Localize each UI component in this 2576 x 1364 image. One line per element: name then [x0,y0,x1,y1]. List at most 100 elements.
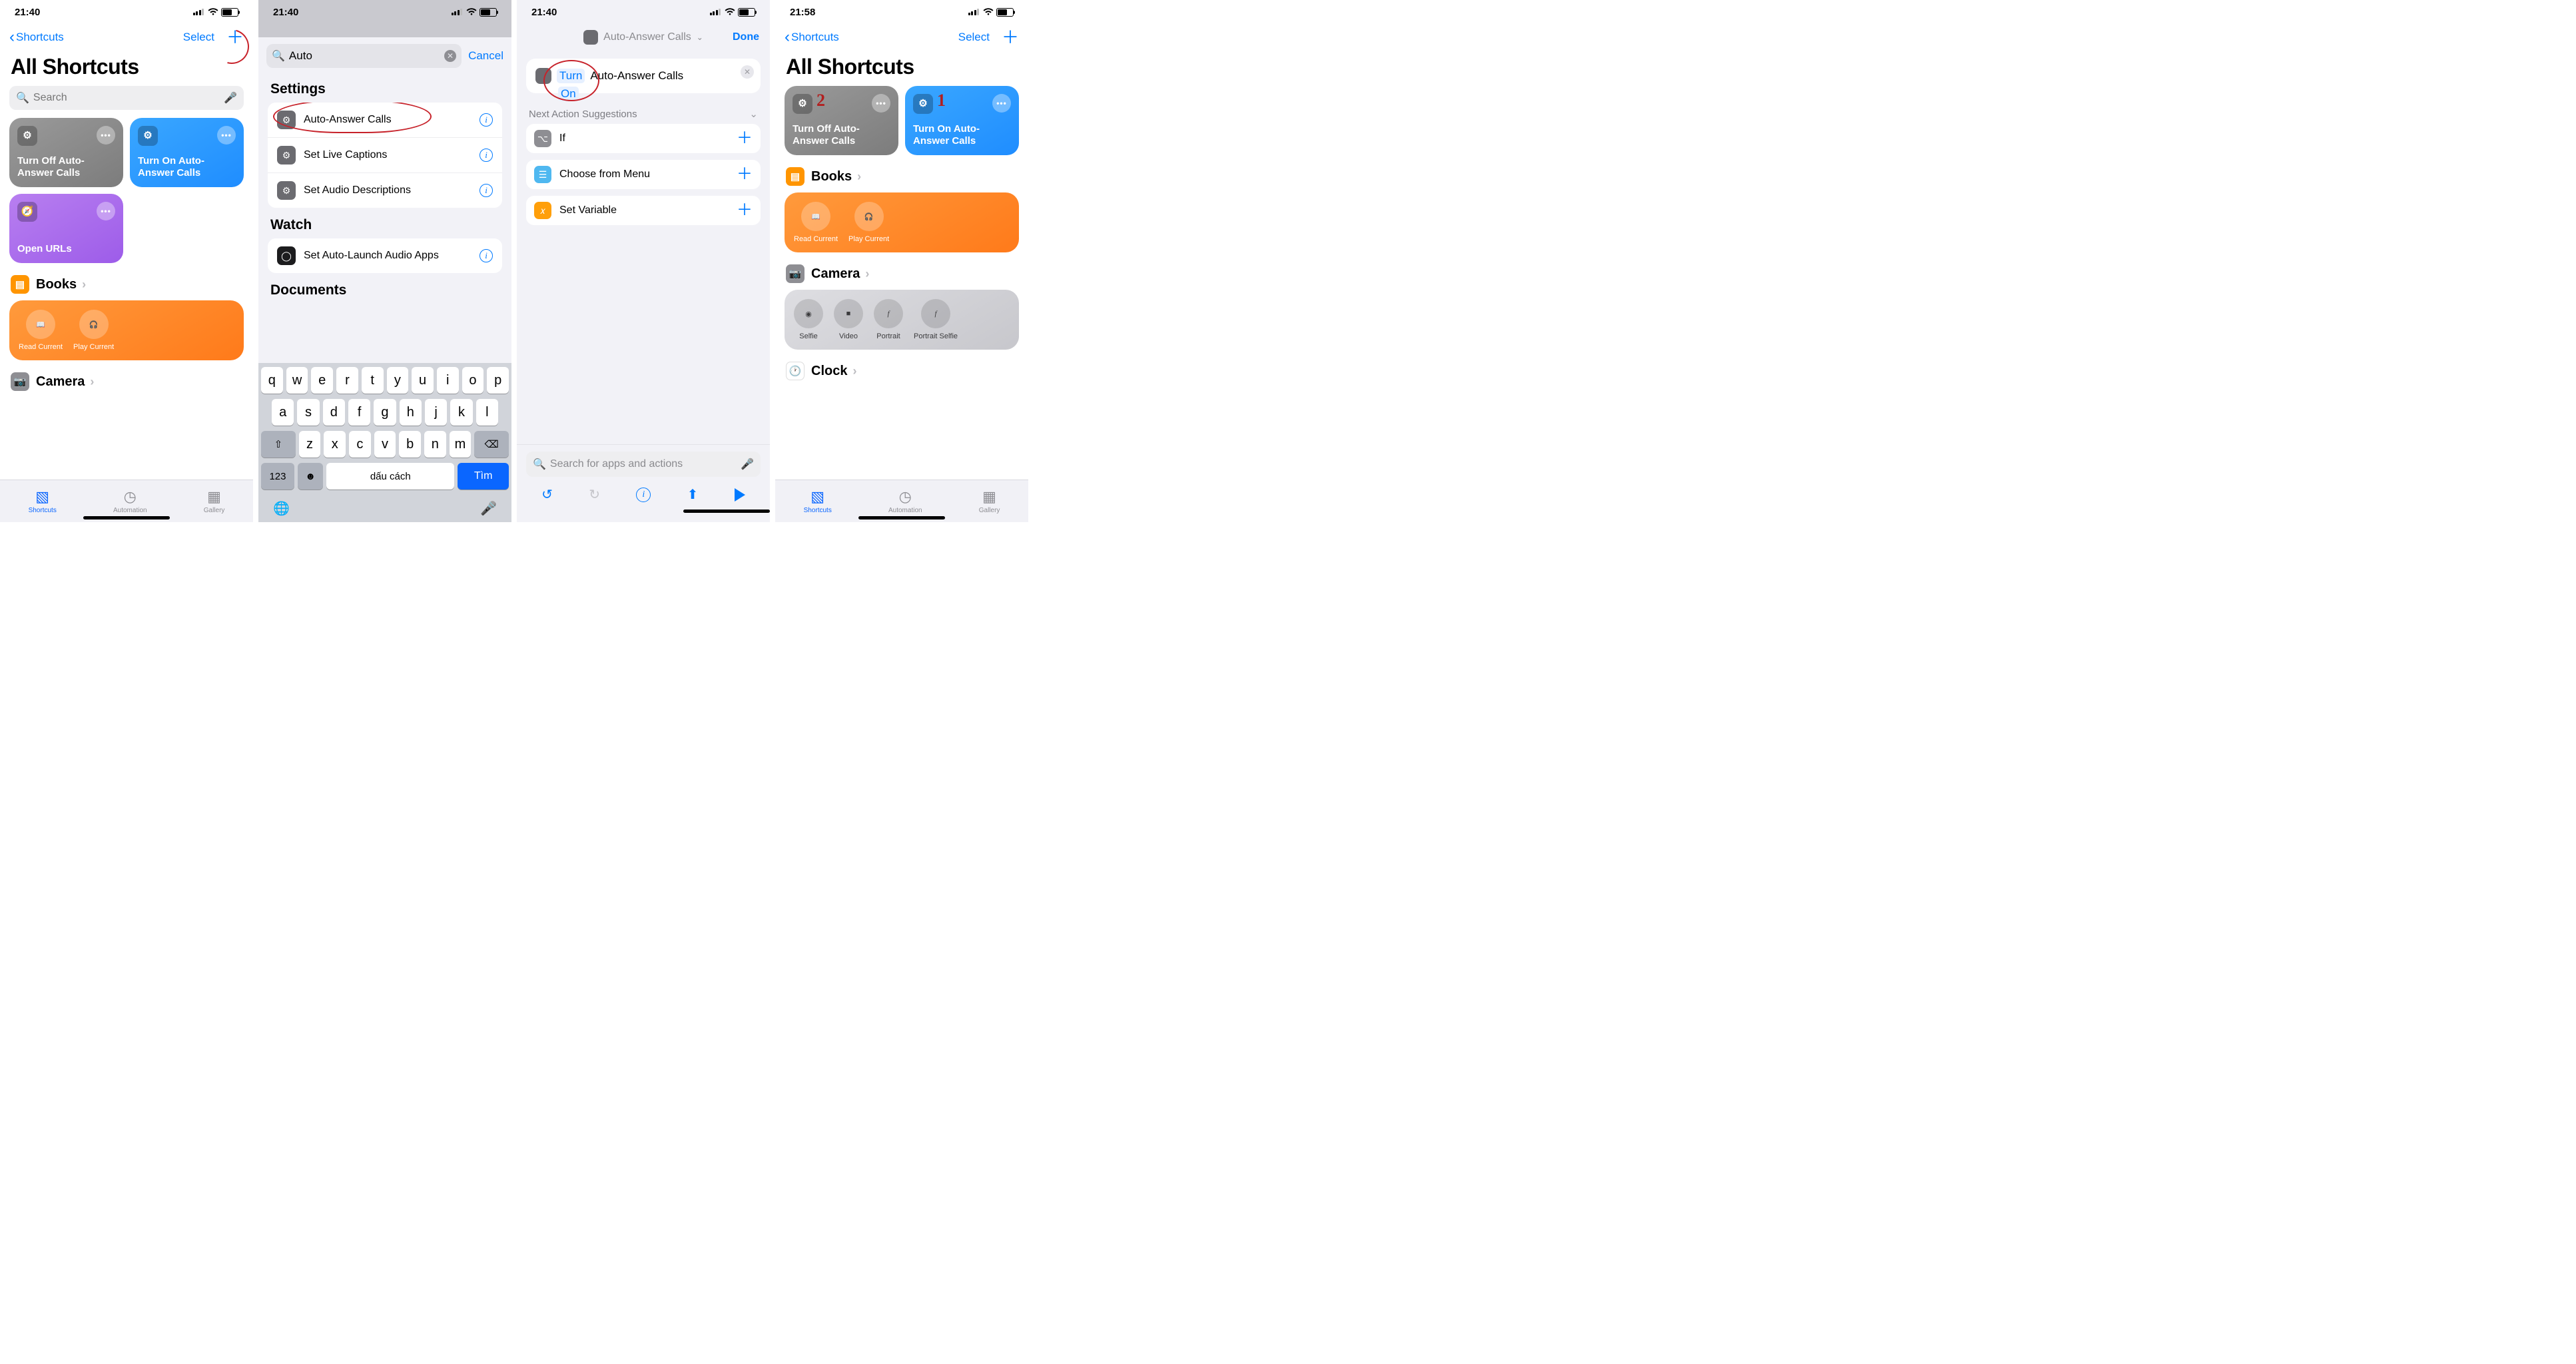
dictate-key[interactable]: 🎤 [480,500,497,517]
backspace-key[interactable]: ⌫ [474,431,509,458]
key-k[interactable]: k [450,399,472,426]
tab-shortcuts[interactable]: ▧Shortcuts [29,488,57,514]
tile-menu-icon[interactable]: ••• [97,126,115,145]
globe-key[interactable]: 🌐 [273,500,290,517]
key-d[interactable]: d [323,399,345,426]
search-input[interactable] [33,92,220,104]
chevron-down-icon[interactable]: ⌄ [697,33,703,42]
section-clock[interactable]: 🕐 Clock › [775,350,1028,387]
action-auto-answer-calls[interactable]: ⚙︎ Auto-Answer Calls i [268,103,502,138]
tile-menu-icon[interactable]: ••• [992,94,1011,113]
key-b[interactable]: b [399,431,421,458]
key-q[interactable]: q [261,367,283,394]
key-z[interactable]: z [299,431,321,458]
action-set-audio-descriptions[interactable]: ⚙︎ Set Audio Descriptions i [268,173,502,208]
return-key[interactable]: Tìm [458,463,509,490]
camera-video[interactable]: ■Video [834,299,863,340]
suggestion-choose-menu[interactable]: ☰ Choose from Menu ＋ [526,160,761,189]
cancel-button[interactable]: Cancel [468,49,503,63]
key-y[interactable]: y [387,367,409,394]
key-t[interactable]: t [362,367,384,394]
editor-title[interactable]: Auto-Answer Calls [603,31,691,43]
chevron-down-icon[interactable]: ⌄ [749,108,758,120]
key-o[interactable]: o [462,367,484,394]
home-indicator[interactable] [83,516,170,519]
done-button[interactable]: Done [733,31,759,43]
key-v[interactable]: v [374,431,396,458]
back-button[interactable]: ‹ Shortcuts [9,29,64,45]
token-turn[interactable]: Turn [557,69,585,83]
suggestion-if[interactable]: ⌥ If ＋ [526,124,761,153]
books-card[interactable]: 📖Read Current 🎧Play Current [9,300,244,360]
action-search-input[interactable] [289,49,440,63]
tab-automation[interactable]: ◷Automation [113,488,147,514]
numbers-key[interactable]: 123 [261,463,294,490]
key-l[interactable]: l [476,399,498,426]
key-c[interactable]: c [349,431,371,458]
books-play-current[interactable]: 🎧Play Current [73,310,114,351]
key-e[interactable]: e [311,367,333,394]
info-button[interactable]: i [636,488,651,502]
shortcut-tile-turn-off[interactable]: ⚙︎••• Turn Off Auto-Answer Calls [9,118,123,187]
section-books[interactable]: ▤ Books › [775,155,1028,192]
action-search-field[interactable]: 🔍 ✕ [266,44,462,68]
editor-search-field[interactable]: 🔍 Search for apps and actions 🎤 [526,452,761,477]
key-a[interactable]: a [272,399,294,426]
action-block[interactable]: Turn Auto-Answer Calls On ✕ [526,59,761,93]
dictate-icon[interactable]: 🎤 [741,458,754,471]
books-read-current[interactable]: 📖Read Current [794,202,838,243]
section-books[interactable]: ▤ Books › [0,263,253,300]
token-on[interactable]: On [558,87,579,101]
shortcut-tile-turn-off[interactable]: ⚙︎••• 2 Turn Off Auto-Answer Calls [785,86,898,155]
tile-menu-icon[interactable]: ••• [872,94,890,113]
key-w[interactable]: w [286,367,308,394]
emoji-key[interactable]: ☻ [298,463,323,490]
keyboard[interactable]: qwertyuiop asdfghjkl ⇧ zxcvbnm ⌫ 123 ☻ d… [258,363,511,522]
key-n[interactable]: n [424,431,446,458]
key-j[interactable]: j [425,399,447,426]
section-camera[interactable]: 📷 Camera › [0,360,253,398]
select-button[interactable]: Select [958,31,990,44]
space-key[interactable]: dấu cách [326,463,454,490]
key-i[interactable]: i [437,367,459,394]
home-indicator[interactable] [683,510,770,513]
info-icon[interactable]: i [480,149,493,162]
clear-icon[interactable]: ✕ [444,50,456,62]
home-indicator[interactable] [858,516,945,519]
tab-gallery[interactable]: ▦Gallery [204,488,225,514]
action-set-live-captions[interactable]: ⚙︎ Set Live Captions i [268,138,502,173]
shift-key[interactable]: ⇧ [261,431,296,458]
camera-portrait-selfie[interactable]: fPortrait Selfie [914,299,958,340]
remove-action-icon[interactable]: ✕ [741,65,754,79]
info-icon[interactable]: i [480,113,493,127]
key-m[interactable]: m [450,431,472,458]
camera-card[interactable]: ◉Selfie ■Video fPortrait fPortrait Selfi… [785,290,1019,350]
key-f[interactable]: f [348,399,370,426]
key-r[interactable]: r [336,367,358,394]
suggestion-set-variable[interactable]: 𝑥 Set Variable ＋ [526,196,761,225]
tile-menu-icon[interactable]: ••• [217,126,236,145]
action-set-autolaunch-audio[interactable]: ◯ Set Auto-Launch Audio Apps i [268,238,502,273]
tab-shortcuts[interactable]: ▧Shortcuts [804,488,832,514]
info-icon[interactable]: i [480,184,493,197]
section-camera[interactable]: 📷 Camera › [775,252,1028,290]
key-x[interactable]: x [324,431,346,458]
shortcut-tile-turn-on[interactable]: ⚙︎••• Turn On Auto-Answer Calls [130,118,244,187]
shortcut-tile-open-urls[interactable]: 🧭••• Open URLs [9,194,123,263]
shortcut-tile-turn-on[interactable]: ⚙︎••• 1 Turn On Auto-Answer Calls [905,86,1019,155]
key-u[interactable]: u [412,367,434,394]
undo-button[interactable]: ↺ [541,486,553,503]
books-card[interactable]: 📖Read Current 🎧Play Current [785,192,1019,252]
key-p[interactable]: p [487,367,509,394]
books-play-current[interactable]: 🎧Play Current [848,202,889,243]
key-g[interactable]: g [374,399,396,426]
share-button[interactable]: ⬆︎ [687,486,699,503]
tab-gallery[interactable]: ▦Gallery [979,488,1000,514]
run-button[interactable] [735,488,745,502]
camera-portrait[interactable]: fPortrait [874,299,903,340]
search-field[interactable]: 🔍 🎤 [9,86,244,110]
back-button[interactable]: ‹ Shortcuts [785,29,839,45]
info-icon[interactable]: i [480,249,493,262]
key-h[interactable]: h [400,399,422,426]
camera-selfie[interactable]: ◉Selfie [794,299,823,340]
